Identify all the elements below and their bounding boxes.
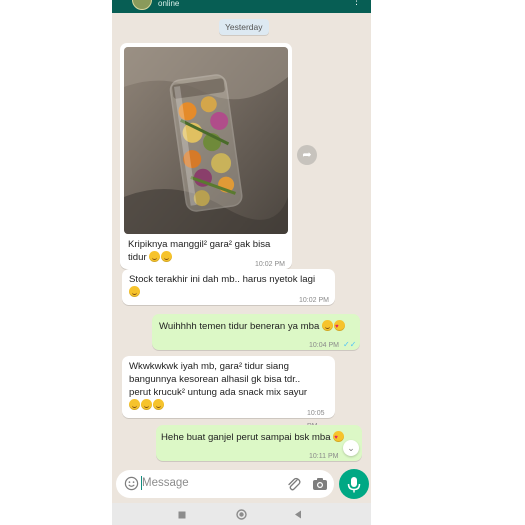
system-nav-bar [112,503,371,525]
grin-emoji [161,251,173,262]
message-input[interactable]: Message [142,477,189,489]
contact-avatar[interactable] [132,0,152,10]
grin-emoji [141,399,152,410]
message-time: 10:02 PM [299,297,329,304]
jar-photo[interactable] [124,47,288,234]
message-bubble[interactable]: Stock terakhir ini dah mb.. harus nyetok… [122,269,335,305]
message-bubble[interactable]: Wkwkwkwk iyah mb, gara² tidur siang bang… [122,356,335,430]
grin-emoji [149,251,161,262]
grin-emoji [129,399,140,410]
microphone-button[interactable] [339,469,369,499]
camera-icon[interactable] [312,477,328,491]
message-time: 10:11 PM [309,453,339,460]
message-image-bubble[interactable]: Kripiknya manggil² gara² gak bisa tidur … [120,43,292,269]
message-bubble[interactable]: Hehe buat ganjel perut sampai bsk mba 10… [156,425,362,461]
message-composer[interactable]: Message [116,470,334,498]
microphone-icon [347,477,361,493]
emoji-icon[interactable] [124,476,139,491]
message-time: 10:04 PM [309,342,339,349]
more-options-icon[interactable]: ⋮ [352,0,361,7]
grin-emoji [153,399,164,410]
chat-screen: online ⋮ Yesterday Kripiknya manggil² ga… [112,0,371,525]
chevron-double-down-icon[interactable]: ⌄ [343,440,359,456]
date-separator: Yesterday [219,19,269,35]
grin-emoji [129,286,140,297]
chat-header[interactable]: online ⋮ [112,0,371,13]
heart-eyes-emoji [334,320,346,334]
message-bubble[interactable]: Wuihhhh temen tidur beneran ya mba 10:04… [152,314,360,350]
message-text: Hehe buat ganjel perut sampai bsk mba [161,431,345,445]
message-text: Wuihhhh temen tidur beneran ya mba [159,320,346,334]
message-text: Wkwkwkwk iyah mb, gara² tidur siang bang… [129,360,334,412]
recent-apps-icon[interactable] [178,511,186,519]
read-ticks-icon: ✓✓ [343,340,357,349]
home-icon[interactable] [236,509,247,520]
heart-eyes-emoji [333,431,345,445]
grin-emoji [322,320,334,331]
caption-line: Kripiknya manggil² gara² gak bisa [128,239,271,250]
paperclip-icon[interactable] [286,476,302,492]
back-icon[interactable] [294,510,302,519]
chips-jar-image [124,47,288,234]
contact-status: online [158,0,180,8]
forward-icon[interactable]: ➦ [297,145,317,165]
